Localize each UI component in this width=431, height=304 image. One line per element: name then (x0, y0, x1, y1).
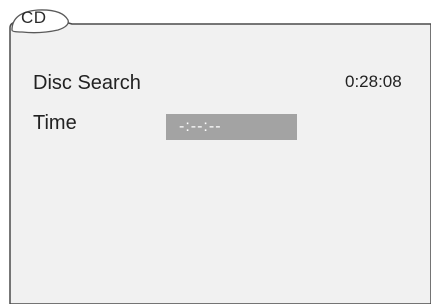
time-label: Time (33, 112, 77, 134)
osd-screen: CD Disc Search 0:28:08 Time -:--:-- (0, 0, 431, 304)
panel-body (9, 21, 431, 304)
disc-search-label: Disc Search (33, 72, 141, 94)
elapsed-time-readout: 0:28:08 (345, 72, 402, 91)
cd-panel-frame (9, 9, 431, 304)
cd-tab-label: CD (21, 8, 47, 27)
time-entry-field[interactable]: -:--:-- (166, 114, 297, 140)
